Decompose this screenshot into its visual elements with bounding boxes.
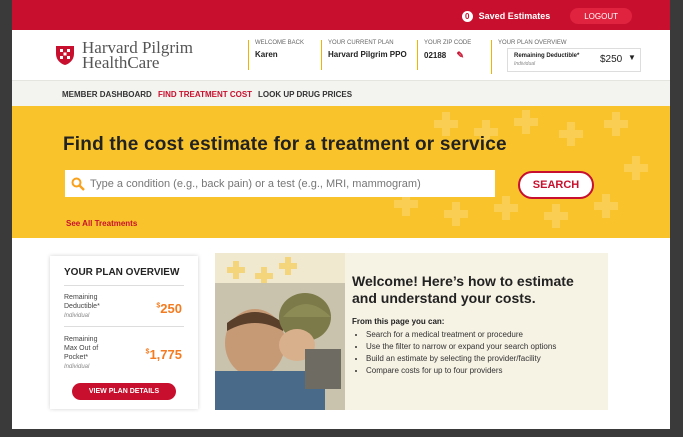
current-plan-block: YOUR CURRENT PLAN Harvard Pilgrim PPO [321,40,407,70]
see-all-treatments-link[interactable]: See All Treatments [66,219,137,228]
logo-text: Harvard Pilgrim HealthCare [82,38,193,72]
list-item: Build an estimate by selecting the provi… [366,353,556,365]
plan-card-title: YOUR PLAN OVERVIEW [64,267,180,278]
welcome-title: Welcome! Here’s how to estimate and unde… [352,273,574,306]
user-name: Karen [255,50,278,59]
list-item: Use the filter to narrow or expand your … [366,341,556,353]
search-button[interactable]: SEARCH [518,171,594,199]
nav-find-treatment-cost[interactable]: FIND TREATMENT COST [158,90,252,99]
zip-code: 02188 [424,51,447,60]
divider [64,326,184,327]
search-input[interactable] [88,176,487,191]
max-oop-label: Remaining Max Out of Pocket* Individual [64,336,99,370]
welcome-panel: Welcome! Here’s how to estimate and unde… [215,253,608,410]
saved-estimates-link[interactable]: Saved Estimates [479,11,551,21]
welcome-list: Search for a medical treatment or proced… [352,329,556,377]
main-nav: MEMBER DASHBOARD FIND TREATMENT COST LOO… [12,80,670,107]
deductible-label: Remaining Deductible* Individual [64,294,100,319]
overview-value: $250 [600,54,623,65]
from-this-page-label: From this page you can: [352,317,445,326]
logout-button[interactable]: LOGOUT [570,8,632,24]
view-plan-details-button[interactable]: VIEW PLAN DETAILS [72,383,176,400]
shield-logo-icon [56,46,74,65]
father-child-photo [215,253,345,410]
logo[interactable]: Harvard Pilgrim HealthCare [54,38,193,72]
top-bar: 0 Saved Estimates LOGOUT [12,0,670,30]
chevron-down-icon[interactable]: ▼ [628,53,636,62]
welcome-block: WELCOME BACK Karen [248,40,304,70]
divider [64,285,184,286]
zip-block[interactable]: YOUR ZIP CODE 02188 ✎ [417,40,471,70]
hero-search: Find the cost estimate for a treatment o… [12,106,670,238]
deductible-value: $250 [156,301,182,316]
page: 0 Saved Estimates LOGOUT Harvard Pilgrim… [12,0,670,429]
plan-overview-card: YOUR PLAN OVERVIEW Remaining Deductible*… [50,256,198,409]
saved-count-badge: 0 [461,10,473,22]
edit-pencil-icon[interactable]: ✎ [456,50,464,60]
list-item: Search for a medical treatment or proced… [366,329,556,341]
list-item: Compare costs for up to four providers [366,365,556,377]
saved-estimates[interactable]: 0 Saved Estimates LOGOUT [461,8,632,24]
max-oop-value: $1,775 [145,347,182,362]
search-icon [71,177,85,191]
plan-overview-dropdown[interactable]: Remaining Deductible* Individual $250 ▼ [507,48,641,72]
current-plan: Harvard Pilgrim PPO [328,50,407,59]
nav-member-dashboard[interactable]: MEMBER DASHBOARD [62,90,152,99]
nav-look-up-drug-prices[interactable]: LOOK UP DRUG PRICES [258,90,352,99]
search-input-wrapper[interactable] [65,170,495,197]
hero-title: Find the cost estimate for a treatment o… [63,134,507,155]
bottom-bar [0,429,683,437]
